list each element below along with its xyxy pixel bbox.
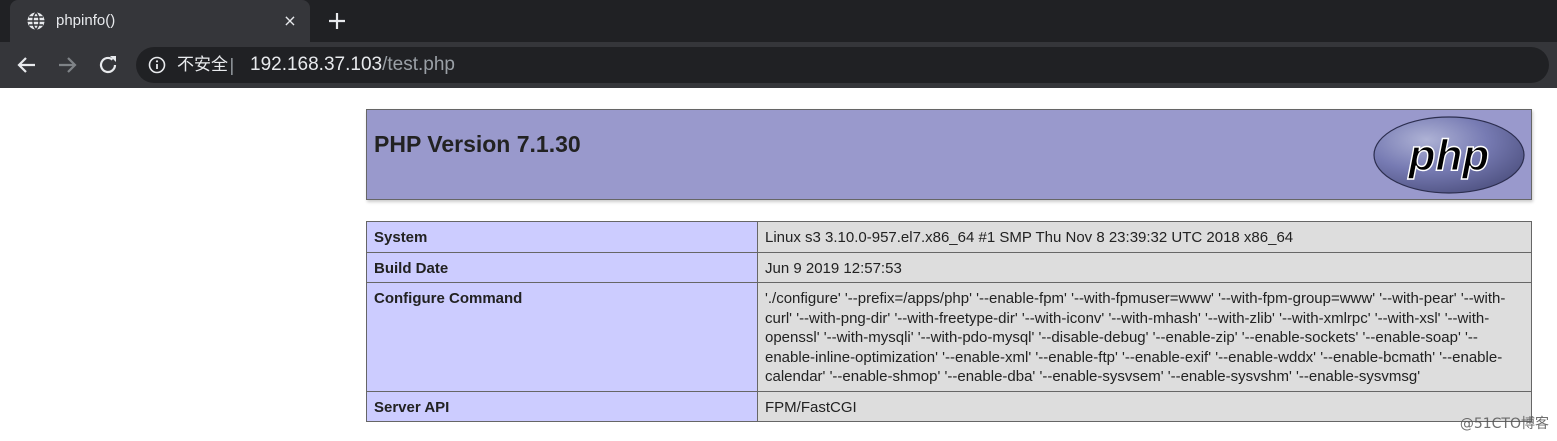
tab-strip: phpinfo() × bbox=[0, 0, 1557, 42]
table-row: System Linux s3 3.10.0-957.el7.x86_64 #1 … bbox=[366, 221, 1532, 253]
browser-tab[interactable]: phpinfo() × bbox=[10, 0, 310, 42]
row-value: FPM/FastCGI bbox=[757, 390, 1532, 422]
browser-toolbar: 不安全 | 192.168.37.103/test.php bbox=[0, 42, 1557, 88]
row-key: Configure Command bbox=[366, 282, 758, 392]
watermark: @51CTO博客 bbox=[1459, 416, 1549, 432]
plus-icon[interactable] bbox=[326, 10, 348, 32]
separator: | bbox=[229, 56, 235, 76]
info-table: System Linux s3 3.10.0-957.el7.x86_64 #1 … bbox=[366, 221, 1532, 422]
php-logo-text: php bbox=[1408, 131, 1490, 180]
row-key: Build Date bbox=[366, 251, 758, 283]
url-host: 192.168.37.103 bbox=[250, 54, 383, 75]
reload-icon[interactable] bbox=[96, 53, 120, 77]
globe-icon bbox=[27, 11, 45, 31]
page-title: PHP Version 7.1.30 bbox=[374, 131, 581, 157]
close-icon[interactable]: × bbox=[280, 11, 300, 31]
php-header: PHP Version 7.1.30 php bbox=[366, 109, 1532, 200]
forward-icon[interactable] bbox=[55, 53, 79, 77]
row-value: Linux s3 3.10.0-957.el7.x86_64 #1 SMP Th… bbox=[757, 221, 1532, 253]
table-row: Configure Command './configure' '--prefix… bbox=[366, 282, 1532, 392]
security-label[interactable]: 不安全 bbox=[177, 55, 228, 75]
address-bar[interactable]: 不安全 | 192.168.37.103/test.php bbox=[136, 47, 1549, 83]
back-icon[interactable] bbox=[15, 53, 39, 77]
info-icon[interactable] bbox=[148, 56, 166, 74]
php-logo[interactable]: php bbox=[1373, 115, 1525, 195]
row-key: Server API bbox=[366, 390, 758, 422]
row-key: System bbox=[366, 221, 758, 253]
row-value: './configure' '--prefix=/apps/php' '--en… bbox=[757, 282, 1532, 392]
table-row: Build Date Jun 9 2019 12:57:53 bbox=[366, 251, 1532, 283]
tab-title: phpinfo() bbox=[56, 12, 116, 29]
url-path: /test.php bbox=[382, 54, 455, 75]
url-text[interactable]: 192.168.37.103/test.php bbox=[250, 55, 455, 75]
table-row: Server API FPM/FastCGI bbox=[366, 390, 1532, 422]
row-value: Jun 9 2019 12:57:53 bbox=[757, 251, 1532, 283]
page-content: PHP Version 7.1.30 php System Linux s3 3.… bbox=[0, 88, 1557, 441]
